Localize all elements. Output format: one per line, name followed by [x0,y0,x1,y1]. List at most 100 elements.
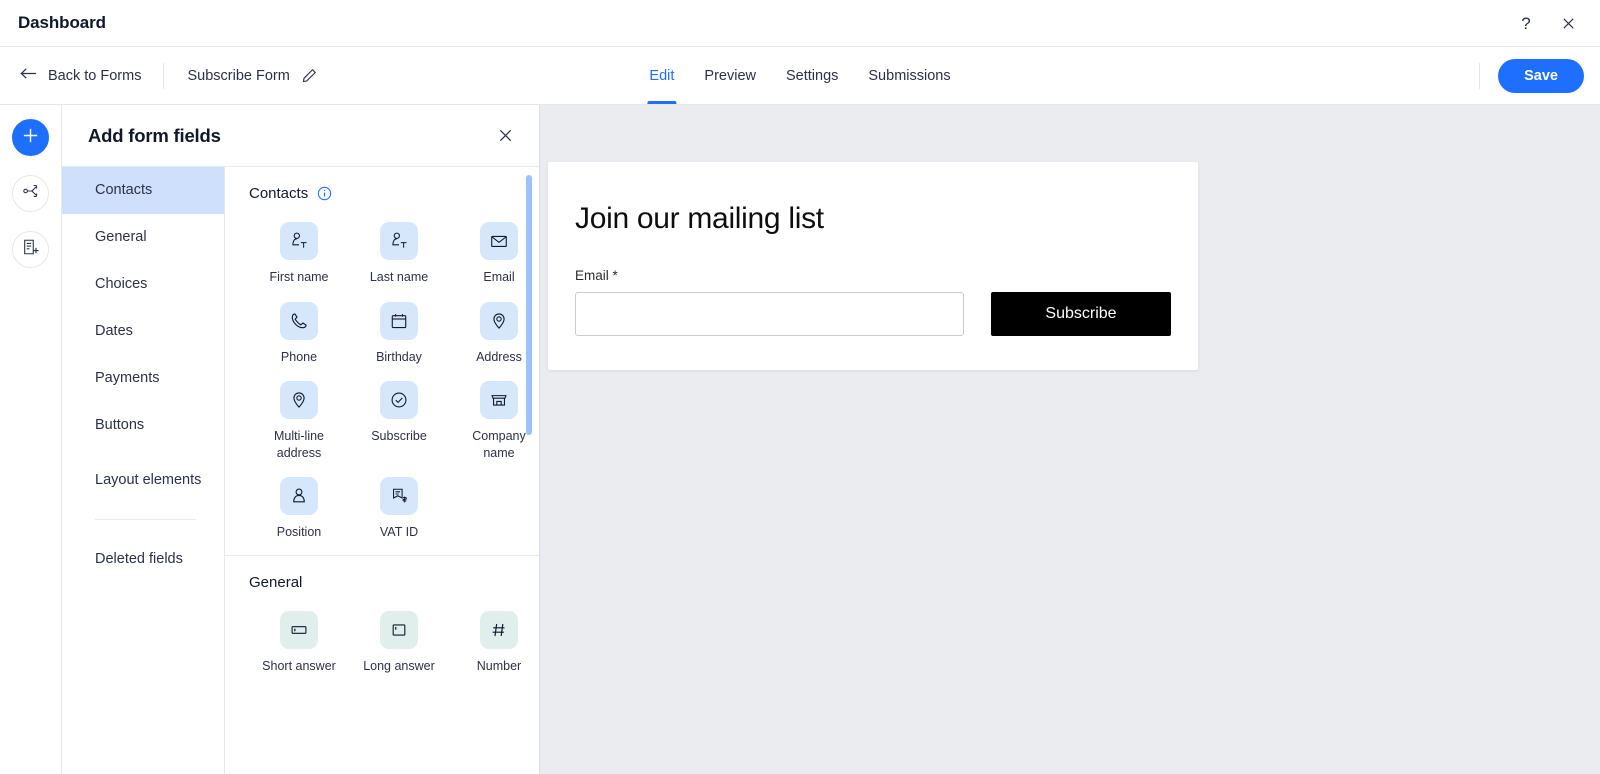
page-title: Dashboard [18,13,106,33]
section-general: General Short answer [225,555,539,689]
section-contacts: Contacts [225,167,539,555]
add-form-fields-panel: Add form fields Contacts General Choices… [62,105,540,774]
person-text-icon [380,222,418,260]
section-title: Contacts [249,185,308,202]
field-tile-multi-line-address[interactable]: Multi-line address [249,371,349,467]
email-field[interactable] [575,292,964,336]
sidebar-item-general[interactable]: General [62,214,224,261]
field-tile-label: Multi-line address [255,428,343,461]
sidebar-item-layout-elements[interactable]: Layout elements [62,449,224,511]
toolbar-right-group: Save [1479,59,1584,93]
add-page-button[interactable] [12,231,49,268]
share-nodes-icon [22,182,40,205]
field-tile-label: Position [277,524,321,541]
field-tile-subscribe[interactable]: Subscribe [349,371,449,467]
map-pin-icon [480,302,518,340]
field-tile-label: Address [476,349,522,366]
window-title-bar: Dashboard ? [0,0,1600,47]
field-tile-label: VAT ID [380,524,418,541]
share-button[interactable] [12,175,49,212]
add-element-button[interactable] [12,119,49,156]
field-tile-label: First name [269,269,328,286]
plus-icon [22,127,39,149]
long-text-box-icon [380,611,418,649]
category-label: Payments [95,369,159,387]
subscribe-button[interactable]: Subscribe [991,292,1171,336]
field-tile-label: Short answer [262,658,336,675]
field-tile-label: Long answer [363,658,435,675]
field-tile-label: Last name [370,269,428,286]
back-to-forms-button[interactable]: Back to Forms [20,67,163,84]
section-contacts-header: Contacts [249,167,515,212]
window-actions: ? [1516,13,1584,33]
tab-submissions[interactable]: Submissions [853,47,965,104]
fields-scrollbar-thumb[interactable] [526,175,532,435]
field-tile-label: Email [483,269,514,286]
email-field-row: Subscribe [575,292,1171,336]
field-tile-short-answer[interactable]: Short answer [249,601,349,681]
field-tile-long-answer[interactable]: Long answer [349,601,449,681]
panel-header: Add form fields [62,105,539,167]
tab-preview-label: Preview [704,68,756,84]
category-label: Buttons [95,416,144,434]
category-label: Layout elements [95,471,201,489]
fields-scroll-content: Contacts [225,167,539,774]
pencil-icon[interactable] [302,68,317,83]
toolbar-divider-right [1479,63,1480,89]
category-label: General [95,228,147,246]
envelope-icon [480,222,518,260]
tab-preview[interactable]: Preview [689,47,771,104]
form-canvas: Join our mailing list Email * Subscribe [540,105,1600,774]
info-circle-icon[interactable] [317,186,332,201]
field-tile-number[interactable]: Number [449,601,539,681]
category-label: Deleted fields [95,550,183,568]
tab-submissions-label: Submissions [868,68,950,84]
section-general-header: General [249,556,515,601]
tab-settings-label: Settings [786,68,838,84]
editor-toolbar: Back to Forms Subscribe Form Edit Previe… [0,47,1600,105]
form-name-group: Subscribe Form [164,68,316,84]
phone-icon [280,302,318,340]
check-circle-icon [380,381,418,419]
sidebar-item-choices[interactable]: Choices [62,261,224,308]
email-field-label: Email * [575,268,1171,283]
question-mark-icon[interactable]: ? [1516,13,1536,33]
app-body: Add form fields Contacts General Choices… [0,105,1600,774]
email-field-group: Email * Subscribe [575,268,1171,336]
field-tile-first-name[interactable]: First name [249,212,349,292]
close-icon[interactable] [1558,13,1578,33]
tab-edit[interactable]: Edit [634,47,689,104]
general-tile-grid: Short answer Long answer [249,601,515,689]
sidebar-item-payments[interactable]: Payments [62,355,224,402]
tab-settings[interactable]: Settings [771,47,853,104]
close-icon[interactable] [493,124,517,148]
form-name-label: Subscribe Form [187,68,289,84]
hash-icon [480,611,518,649]
calendar-icon [380,302,418,340]
form-preview-card: Join our mailing list Email * Subscribe [548,162,1198,370]
category-label: Contacts [95,181,152,199]
field-tile-birthday[interactable]: Birthday [349,292,449,372]
contacts-tile-grid: First name Last na [249,212,515,555]
sidebar-item-buttons[interactable]: Buttons [62,402,224,449]
arrow-left-icon [20,67,37,84]
sidebar-item-contacts[interactable]: Contacts [62,167,224,214]
field-tile-position[interactable]: Position [249,467,349,547]
person-icon [280,477,318,515]
sidebar-item-dates[interactable]: Dates [62,308,224,355]
fields-scroll-region: Contacts [225,167,539,774]
category-divider [95,519,196,520]
save-button[interactable]: Save [1498,59,1584,93]
field-tile-phone[interactable]: Phone [249,292,349,372]
field-tile-vat-id[interactable]: VAT ID [349,467,449,547]
category-list: Contacts General Choices Dates Payments … [62,167,225,774]
category-label: Dates [95,322,133,340]
tab-edit-label: Edit [649,68,674,84]
map-pin-icon [280,381,318,419]
add-page-icon [22,238,40,261]
form-heading: Join our mailing list [575,202,1171,236]
sidebar-item-deleted-fields[interactable]: Deleted fields [62,528,224,590]
field-tile-last-name[interactable]: Last name [349,212,449,292]
field-tile-label: Phone [281,349,317,366]
storefront-icon [480,381,518,419]
